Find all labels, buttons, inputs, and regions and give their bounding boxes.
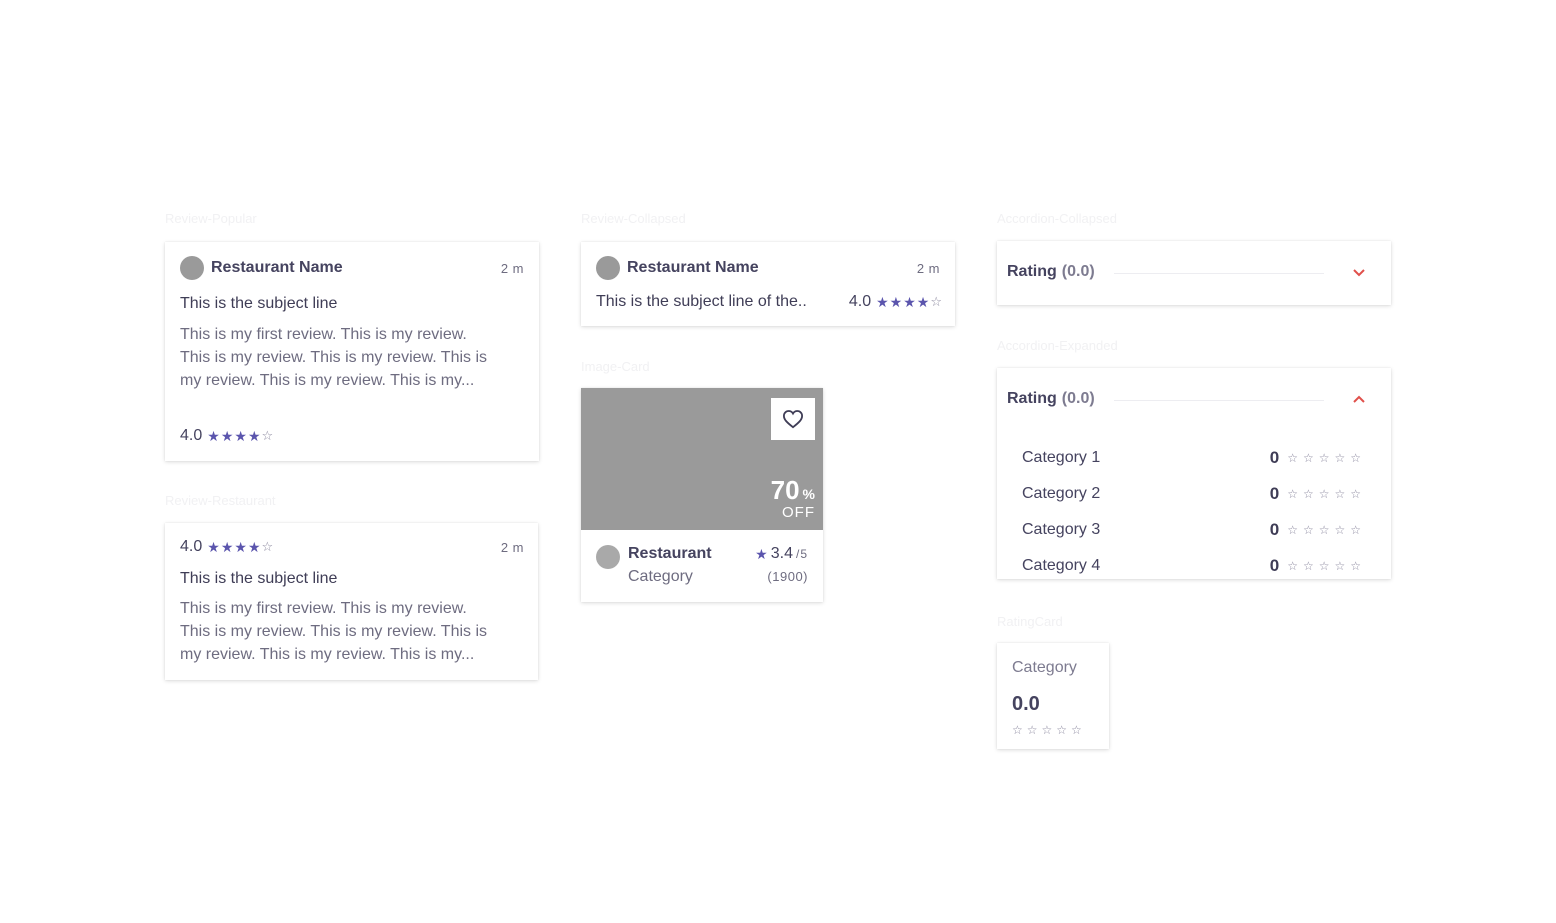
category-row: Category 4 0 ☆☆☆☆☆: [1022, 548, 1366, 584]
rating-card-category: Category: [1012, 659, 1077, 676]
star-empty-icon: ☆: [261, 428, 274, 443]
star-empty-icon: ☆: [930, 294, 942, 309]
star-filled-icon: ★: [916, 294, 930, 310]
accordion-title: Rating: [1007, 390, 1057, 407]
avatar: [180, 256, 204, 280]
star-rating: ★ ★ ★ ★ ☆: [207, 428, 274, 444]
review-restaurant-card[interactable]: 4.0 ★ ★ ★ ★ ☆ 2 m This is the subject line T…: [165, 523, 538, 680]
rating-card[interactable]: Category 0.0 ☆☆☆☆☆: [997, 643, 1109, 749]
rating-value: 4.0: [180, 427, 203, 444]
category-label: Category 2: [1022, 485, 1101, 502]
timestamp: 2 m: [500, 539, 524, 555]
category-score: 0: [1269, 448, 1280, 467]
divider: [1114, 273, 1324, 274]
frame-label-accordion-expanded: Accordion-Expanded: [997, 338, 1118, 353]
star-filled-icon: ★: [207, 428, 220, 444]
rating-row: 4.0 ★ ★ ★ ★ ☆: [849, 293, 942, 311]
category-list: Category 1 0 ☆☆☆☆☆ Category 2 0 ☆☆☆☆☆ Ca…: [1022, 440, 1366, 584]
review-count: (1900): [767, 569, 808, 584]
accordion-count: (0.0): [1061, 390, 1095, 407]
discount-value: 70: [770, 475, 800, 505]
chevron-down-icon[interactable]: [1352, 268, 1366, 278]
avatar: [596, 545, 620, 569]
rating-row: 4.0 ★ ★ ★ ★ ☆: [180, 427, 273, 445]
review-subject: This is the subject line: [180, 570, 338, 587]
review-body-line: This is my review. This is my review. Th…: [180, 623, 488, 640]
accordion-expanded[interactable]: Rating (0.0) Category 1 0 ☆☆☆☆☆ Category…: [997, 368, 1391, 579]
rating-value: 3.4: [770, 545, 793, 562]
star-filled-icon: ★: [889, 294, 903, 310]
rating-value: 4.0: [180, 538, 203, 555]
review-body: This is my first review. This is my revi…: [180, 597, 530, 666]
star-empty-icon: ☆: [261, 539, 274, 554]
star-icon: ★: [755, 545, 768, 562]
review-subject: This is the subject line of the..: [596, 293, 807, 310]
empty-stars-icon[interactable]: ☆☆☆☆☆: [1287, 487, 1366, 501]
frame-label-rating-card: RatingCard: [997, 614, 1063, 629]
favorite-button[interactable]: [771, 398, 815, 440]
rating-value: 4.0: [848, 293, 872, 310]
frame-label-review-popular: Review-Popular: [165, 211, 257, 226]
category-label: Category 1: [1022, 449, 1101, 466]
review-body-line: This is my first review. This is my revi…: [180, 600, 467, 617]
restaurant-name: Restaurant Name: [627, 259, 759, 276]
star-filled-icon: ★: [234, 428, 247, 444]
star-filled-icon: ★: [247, 539, 261, 555]
chevron-up-icon[interactable]: [1352, 394, 1366, 404]
review-body-line: my review. This is my review. This is my…: [180, 646, 475, 663]
category-row: Category 1 0 ☆☆☆☆☆: [1022, 440, 1366, 476]
category-label: Category 3: [1022, 521, 1101, 538]
star-filled-icon: ★: [903, 294, 916, 310]
star-filled-icon: ★: [207, 539, 220, 555]
review-body-line: This is my review. This is my review. Th…: [180, 349, 488, 366]
category-score: 0: [1269, 484, 1280, 503]
star-filled-icon: ★: [876, 294, 889, 310]
star-filled-icon: ★: [220, 539, 234, 555]
empty-stars-icon[interactable]: ☆☆☆☆☆: [1287, 559, 1366, 573]
star-rating: ★ ★ ★ ★ ☆: [876, 294, 942, 310]
review-body: This is my first review. This is my revi…: [180, 323, 530, 392]
image-card[interactable]: 70% OFF Restaurant Category ★ 3.4 /5 (19…: [581, 388, 823, 602]
restaurant-name: Restaurant Name: [211, 259, 343, 276]
timestamp: 2 m: [500, 260, 524, 276]
frame-label-image-card: Image-Card: [581, 359, 650, 374]
rating-max: /5: [795, 547, 808, 561]
review-collapsed-card[interactable]: Restaurant Name 2 m This is the subject …: [581, 242, 955, 326]
empty-stars-icon[interactable]: ☆☆☆☆☆: [1012, 723, 1086, 737]
avatar: [596, 256, 620, 280]
category-row: Category 2 0 ☆☆☆☆☆: [1022, 476, 1366, 512]
star-filled-icon: ★: [220, 428, 234, 444]
frame-label-accordion-collapsed: Accordion-Collapsed: [997, 211, 1117, 226]
star-filled-icon: ★: [234, 539, 247, 555]
restaurant-category: Category: [628, 568, 693, 585]
rating-row: 4.0 ★ ★ ★ ★ ☆: [180, 538, 273, 556]
frame-label-review-collapsed: Review-Collapsed: [581, 211, 686, 226]
star-filled-icon: ★: [247, 428, 261, 444]
category-row: Category 3 0 ☆☆☆☆☆: [1022, 512, 1366, 548]
category-score: 0: [1269, 556, 1280, 575]
review-subject: This is the subject line: [180, 295, 338, 312]
divider: [1114, 400, 1324, 401]
discount-percent: %: [802, 486, 815, 502]
category-score: 0: [1269, 520, 1280, 539]
empty-stars-icon[interactable]: ☆☆☆☆☆: [1287, 451, 1366, 465]
frame-label-review-restaurant: Review-Restaurant: [165, 493, 276, 508]
rating-card-score: 0.0: [1012, 693, 1040, 715]
timestamp: 2 m: [916, 260, 940, 276]
accordion-collapsed[interactable]: Rating (0.0): [997, 241, 1391, 305]
discount-off: OFF: [782, 504, 815, 521]
review-popular-card[interactable]: Restaurant Name 2 m This is the subject …: [165, 242, 539, 461]
category-label: Category 4: [1022, 557, 1101, 574]
discount-badge: 70% OFF: [771, 475, 815, 521]
accordion-count: (0.0): [1061, 263, 1095, 280]
restaurant-name: Restaurant: [628, 545, 712, 562]
star-rating: ★ ★ ★ ★ ☆: [207, 539, 274, 555]
heart-icon: [782, 410, 804, 429]
empty-stars-icon[interactable]: ☆☆☆☆☆: [1287, 523, 1366, 537]
accordion-title: Rating: [1007, 263, 1057, 280]
review-body-line: This is my first review. This is my revi…: [180, 326, 467, 343]
image-placeholder: 70% OFF: [581, 388, 823, 530]
review-body-line: my review. This is my review. This is my…: [180, 372, 475, 389]
